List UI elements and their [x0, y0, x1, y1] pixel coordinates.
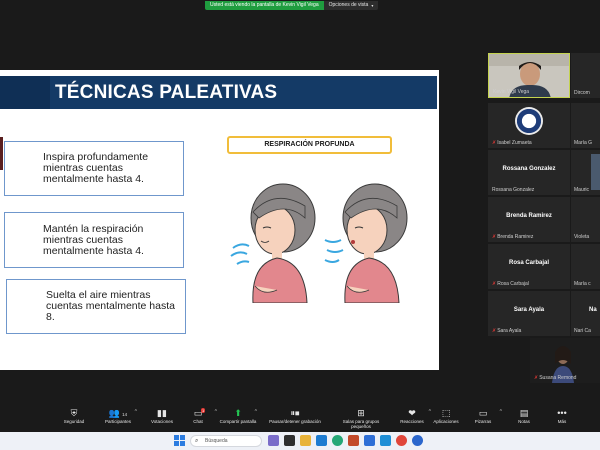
chevron-up-icon[interactable]: ^: [135, 409, 137, 415]
share-screen-icon: ⬆: [234, 408, 242, 418]
taskbar-app-icon[interactable]: [284, 435, 295, 446]
taskbar-search-input[interactable]: ⌕ Búsqueda: [190, 435, 262, 447]
participant-name: Kevin Vigil Vega: [493, 89, 530, 95]
taskbar-app-icon[interactable]: [412, 435, 423, 446]
participant-gallery: Kevin Vigil Vega Dircom ✗ Isabel Zumaeta …: [485, 50, 600, 390]
taskbar-app-icon[interactable]: [316, 435, 327, 446]
chevron-up-icon[interactable]: ^: [255, 409, 257, 415]
participant-tile[interactable]: Mauric: [571, 150, 600, 195]
participant-tile[interactable]: Dircom: [571, 53, 600, 98]
mic-muted-icon: ✗: [534, 375, 539, 381]
participant-tile[interactable]: Violeta: [571, 197, 600, 242]
participant-tile[interactable]: ✗ Isabel Zumaeta: [488, 103, 570, 148]
pause-record-icon: ⏸⏹: [290, 408, 300, 418]
participant-tile[interactable]: Na Nari Ca: [571, 291, 600, 336]
participant-tile[interactable]: María G: [571, 103, 600, 148]
mic-muted-icon: ✗: [492, 328, 497, 334]
participant-name: ✗ Rosa Carbajal: [492, 281, 529, 287]
zoom-meeting-window: Usted está viendo la pantalla de Kevin V…: [0, 0, 600, 450]
taskbar-app-icon[interactable]: [364, 435, 375, 446]
step-2-line-3: mentalmente hasta 4.: [43, 244, 144, 257]
view-options-button[interactable]: Opciones de vista ▾: [323, 0, 379, 10]
taskbar-app-icon[interactable]: [396, 435, 407, 446]
people-icon: 👥 14: [108, 408, 128, 418]
taskbar-app-icon[interactable]: [348, 435, 359, 446]
participant-tile[interactable]: Sara Ayala ✗ Sara Ayala: [488, 291, 570, 336]
chevron-down-icon: ▾: [371, 2, 374, 8]
slide-edge-mark: [0, 137, 3, 170]
mic-muted-icon: ✗: [492, 281, 497, 287]
grid-icon: ⊞: [357, 408, 365, 418]
windows-taskbar: ⌕ Búsqueda: [0, 432, 600, 450]
slide-title-bar: TÉCNICAS PALEATIVAS: [0, 76, 437, 109]
step-box-3: Suelta el aire mientras cuentas mentalme…: [6, 279, 186, 334]
taskbar-app-icon[interactable]: [300, 435, 311, 446]
chat-button[interactable]: ▭ 1 Chat ^: [176, 408, 220, 424]
participant-tile[interactable]: Kevin Vigil Vega: [488, 53, 570, 98]
share-screen-button[interactable]: ⬆ Compartir pantalla ^: [216, 408, 260, 424]
participant-center-name: Rossana Gonzalez: [502, 166, 556, 172]
step-1-line-3: mentalmente hasta 4.: [43, 173, 144, 185]
participant-logo: [515, 107, 543, 135]
whiteboards-button[interactable]: ▭ Pizarras ^: [461, 408, 505, 424]
participant-tile[interactable]: Rossana Gonzalez Rossana Gonzalez: [488, 150, 570, 195]
more-button[interactable]: ••• Más: [540, 408, 584, 424]
taskbar-app-icon[interactable]: [380, 435, 391, 446]
participant-center-name: Brenda Ramirez: [506, 213, 552, 219]
search-icon: ⌕: [195, 438, 199, 444]
participant-name: ✗ Brenda Ramirez: [492, 234, 534, 240]
windows-icon[interactable]: [174, 435, 185, 446]
participant-name: Nari Ca: [574, 328, 591, 334]
inhale-figure: [230, 183, 316, 303]
participant-name: Violeta: [574, 234, 590, 240]
participant-center-name: Sara Ayala: [513, 307, 545, 313]
participant-name: Mauric: [574, 187, 590, 193]
participant-center-name: Na: [589, 307, 597, 313]
more-icon: •••: [557, 408, 567, 418]
shield-icon: ⛨: [70, 408, 78, 418]
step-2-line-2: mientras cuentas: [43, 233, 123, 246]
participant-name: Rossana Gonzalez: [492, 187, 535, 193]
slide-title: TÉCNICAS PALEATIVAS: [55, 82, 278, 103]
participants-button[interactable]: 👥 14 Participantes ^: [96, 408, 140, 424]
participant-tile[interactable]: ✗ Susana Remond: [530, 338, 600, 383]
whiteboard-icon: ▭: [478, 408, 488, 418]
taskbar-app-icon[interactable]: [268, 435, 279, 446]
pause-record-button[interactable]: ⏸⏹ Pausar/detener grabación: [266, 408, 324, 424]
step-2-line-1: Mantén la respiración: [43, 222, 144, 235]
breathing-illustration: [230, 183, 408, 303]
step-box-2: Mantén la respiración mientras cuentas m…: [4, 212, 184, 268]
participant-tile[interactable]: María c: [571, 244, 600, 289]
participant-name: ✗ Susana Remond: [534, 375, 577, 381]
breakout-rooms-button[interactable]: ⊞ Salas para grupos pequeños: [335, 408, 387, 429]
mic-muted-icon: ✗: [492, 234, 497, 240]
participant-tile[interactable]: Rosa Carbajal ✗ Rosa Carbajal: [488, 244, 570, 289]
mic-muted-icon: ✗: [492, 140, 497, 146]
view-options-label: Opciones de vista: [328, 1, 369, 8]
participant-name: María c: [574, 281, 591, 287]
meeting-toolbar: ⛨ Seguridad 👥 14 Participantes ^ ▮▮ Votac…: [0, 404, 600, 432]
participant-name: María G: [574, 140, 593, 146]
participant-photo: [591, 154, 600, 190]
participant-center-name: Rosa Carbajal: [508, 260, 550, 266]
breathing-label: RESPIRACIÓN PROFUNDA: [227, 136, 392, 154]
participant-name: ✗ Isabel Zumaeta: [492, 140, 532, 146]
taskbar-app-icon[interactable]: [332, 435, 343, 446]
step-3-line-3: 8.: [46, 311, 55, 323]
chat-icon: ▭: [193, 408, 203, 418]
exhale-figure: [324, 183, 408, 303]
share-status-text: Usted está viendo la pantalla de Kevin V…: [205, 0, 324, 10]
share-banner: Usted está viendo la pantalla de Kevin V…: [205, 0, 379, 10]
participant-tile[interactable]: Brenda Ramirez ✗ Brenda Ramirez: [488, 197, 570, 242]
participant-name: Dircom: [574, 90, 590, 96]
step-box-1: Inspira profundamente mientras cuentas m…: [4, 141, 184, 196]
participant-name: ✗ Sara Ayala: [492, 328, 522, 334]
security-button[interactable]: ⛨ Seguridad: [52, 408, 96, 424]
step-3-line-2: cuentas mentalmente hasta: [46, 300, 175, 312]
